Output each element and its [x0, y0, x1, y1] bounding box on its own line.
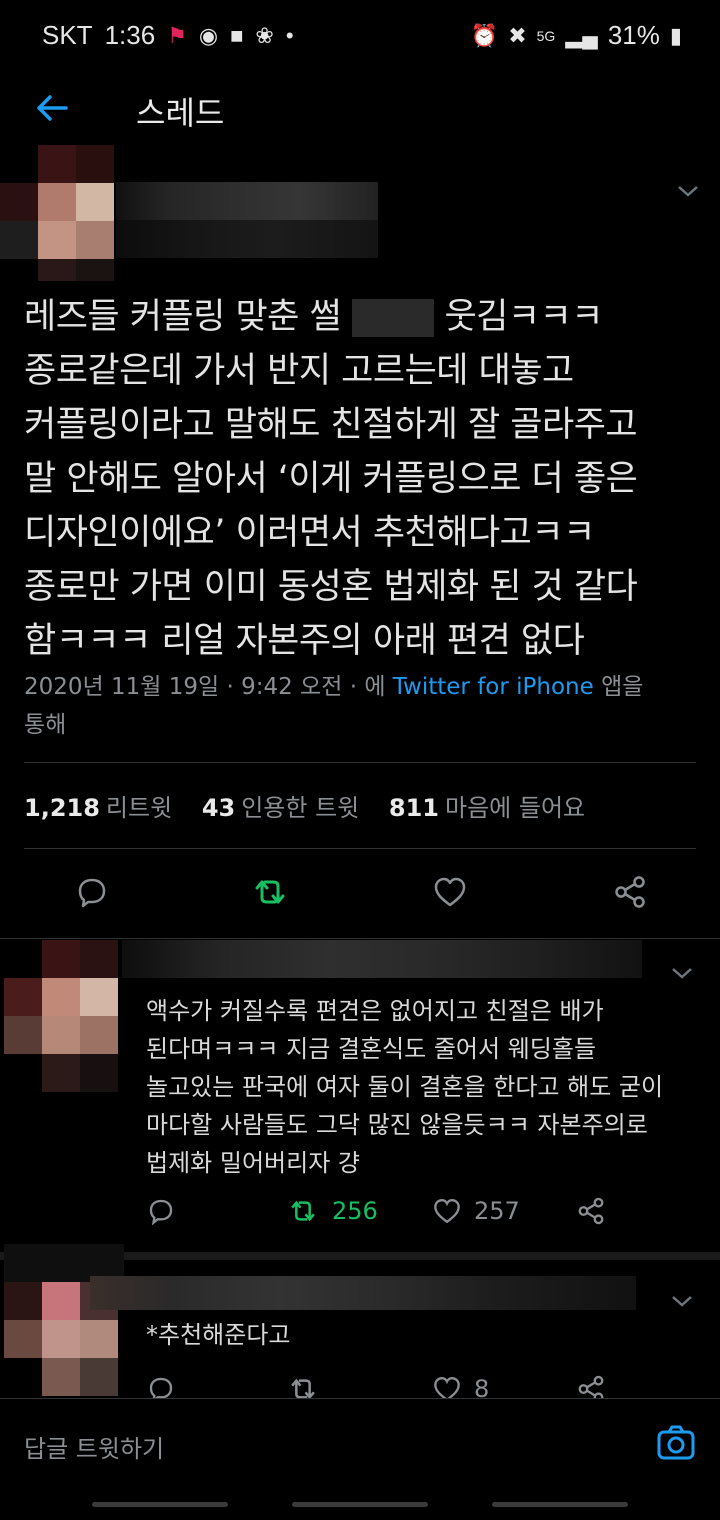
reply-line: 놀고있는 판국에 여자 둘이 결혼을 한다고 해도 굳이 [146, 1073, 664, 1101]
share-icon [578, 1197, 604, 1225]
battery-percent: 31% [607, 20, 660, 50]
network-type: 5G [536, 27, 556, 44]
battery-icon: ▮ [669, 22, 682, 48]
author-name[interactable] [90, 1276, 636, 1310]
reply-icon [149, 1199, 173, 1226]
avatar[interactable] [0, 145, 116, 281]
reply-button[interactable] [146, 1196, 176, 1226]
meta-line2: 통해 [24, 712, 67, 738]
carrier: SKT [42, 20, 93, 50]
like-count: 811 [388, 794, 439, 822]
dot-icon: • [285, 22, 294, 48]
alarm-icon: ⏰ [470, 22, 499, 48]
note-icon: ■ [230, 22, 244, 48]
reply-line: 마다할 사람들도 그닥 많진 않을듯ㅋㅋ 자본주의로 [146, 1111, 648, 1139]
tweet-timestamp: 2020년 11월 19일 · 9:42 오전 · 에 [24, 674, 393, 700]
retweet-icon[interactable] [250, 874, 290, 914]
reply-line: 법제화 밀어버리자 걍 [146, 1149, 360, 1177]
reply-composer[interactable]: 답글 트윗하기 [0, 1398, 720, 1488]
game-icon: ◉ [198, 22, 219, 48]
like-label: 마음에 들어요 [445, 794, 586, 822]
meta-suffix: 앱을 [593, 674, 644, 700]
app-header: 스레드 [0, 72, 720, 148]
retweet-button[interactable]: 256 [286, 1196, 378, 1226]
chevron-down-icon[interactable] [670, 1290, 694, 1315]
tweet-line: 커플링이라고 말해도 친절하게 잘 골라주고 [24, 405, 638, 445]
signal-icon: ▂▄ [565, 22, 598, 48]
reply-icon[interactable] [72, 874, 112, 914]
avatar[interactable] [0, 940, 124, 1092]
like-icon[interactable] [430, 874, 470, 914]
system-nav-bar [0, 1488, 720, 1520]
reply-text: 액수가 커질수록 편견은 없어지고 친절은 배가 된다며ㅋㅋㅋ 지금 결혼식도 … [146, 992, 706, 1182]
tweet-line: 디자인이에요’ 이러면서 추천해다고ㅋㅋ [24, 513, 595, 553]
reply-input[interactable]: 답글 트윗하기 [24, 1429, 164, 1464]
reply-line: 된다며ㅋㅋㅋ 지금 결혼식도 줄어서 웨딩홀들 [146, 1035, 597, 1063]
source-link[interactable]: Twitter for iPhone [393, 674, 594, 700]
divider [0, 938, 720, 939]
twitter-bird-icon: ❀ [255, 22, 274, 48]
tweet-meta: 2020년 11월 19일 · 9:42 오전 · 에 Twitter for … [24, 668, 704, 744]
quote-count: 43 [201, 794, 236, 822]
nav-home-button[interactable] [292, 1502, 428, 1507]
quote-label: 인용한 트윗 [241, 794, 360, 822]
nav-back-button[interactable] [492, 1502, 628, 1507]
tweet-line: 종로같은데 가서 반지 고르는데 대놓고 [24, 351, 574, 391]
mute-icon: ✖ [508, 22, 527, 48]
reply-text: *추천해준다고 [146, 1316, 706, 1354]
tweet-line: 웃김ㅋㅋㅋ [444, 297, 603, 337]
reply-line: *추천해준다고 [146, 1321, 291, 1349]
avatar[interactable] [0, 1244, 124, 1396]
like-button[interactable]: 257 [432, 1196, 520, 1226]
tweet-text: 레즈들 커플링 맞춘 썰 웃김ㅋㅋㅋ 종로같은데 가서 반지 고르는데 대놓고 … [24, 290, 704, 668]
tweet-line: 말 안해도 알아서 ‘이게 커플링으로 더 좋은 [24, 459, 638, 499]
clock: 1:36 [104, 20, 156, 50]
megaphone-icon: ⚑ [167, 22, 187, 48]
page-title: 스레드 [136, 94, 225, 132]
tweet-stats: 1,218 리트윗 43 인용한 트윗 811 마음에 들어요 [24, 788, 607, 823]
tweet-line: 종로만 가면 이미 동성혼 법제화 된 것 같다 [24, 567, 638, 607]
like-icon [434, 1198, 460, 1224]
author-name[interactable] [116, 182, 378, 258]
share-button[interactable] [576, 1196, 606, 1226]
status-bar: SKT 1:36 ⚑ ◉ ■ ❀ • ⏰ ✖ 5G ▂▄ 31% ▮ [0, 0, 720, 72]
divider [24, 762, 696, 763]
retweet-icon [291, 1200, 315, 1222]
reply-line: 액수가 커질수록 편견은 없어지고 친절은 배가 [146, 997, 604, 1025]
camera-icon[interactable] [656, 1423, 696, 1463]
tweet-line: 레즈들 커플링 맞춘 썰 [24, 297, 342, 337]
retweet-label: 리트윗 [105, 794, 173, 822]
retweet-count-link[interactable]: 1,218 리트윗 [24, 794, 172, 822]
back-arrow-icon[interactable] [34, 90, 74, 130]
tweet-line: 함ㅋㅋㅋ 리얼 자본주의 아래 편견 없다 [24, 621, 585, 661]
nav-recent-button[interactable] [92, 1502, 228, 1507]
share-icon[interactable] [610, 874, 650, 914]
censored-block [351, 299, 434, 337]
retweet-count: 256 [332, 1197, 378, 1225]
quote-count-link[interactable]: 43 인용한 트윗 [202, 794, 359, 822]
author-name[interactable] [122, 940, 642, 978]
chevron-down-icon[interactable] [676, 180, 700, 205]
like-count: 257 [474, 1197, 520, 1225]
chevron-down-icon[interactable] [670, 962, 694, 987]
retweet-count: 1,218 [24, 794, 100, 822]
like-count-link[interactable]: 811 마음에 들어요 [389, 794, 585, 822]
divider [24, 848, 696, 849]
